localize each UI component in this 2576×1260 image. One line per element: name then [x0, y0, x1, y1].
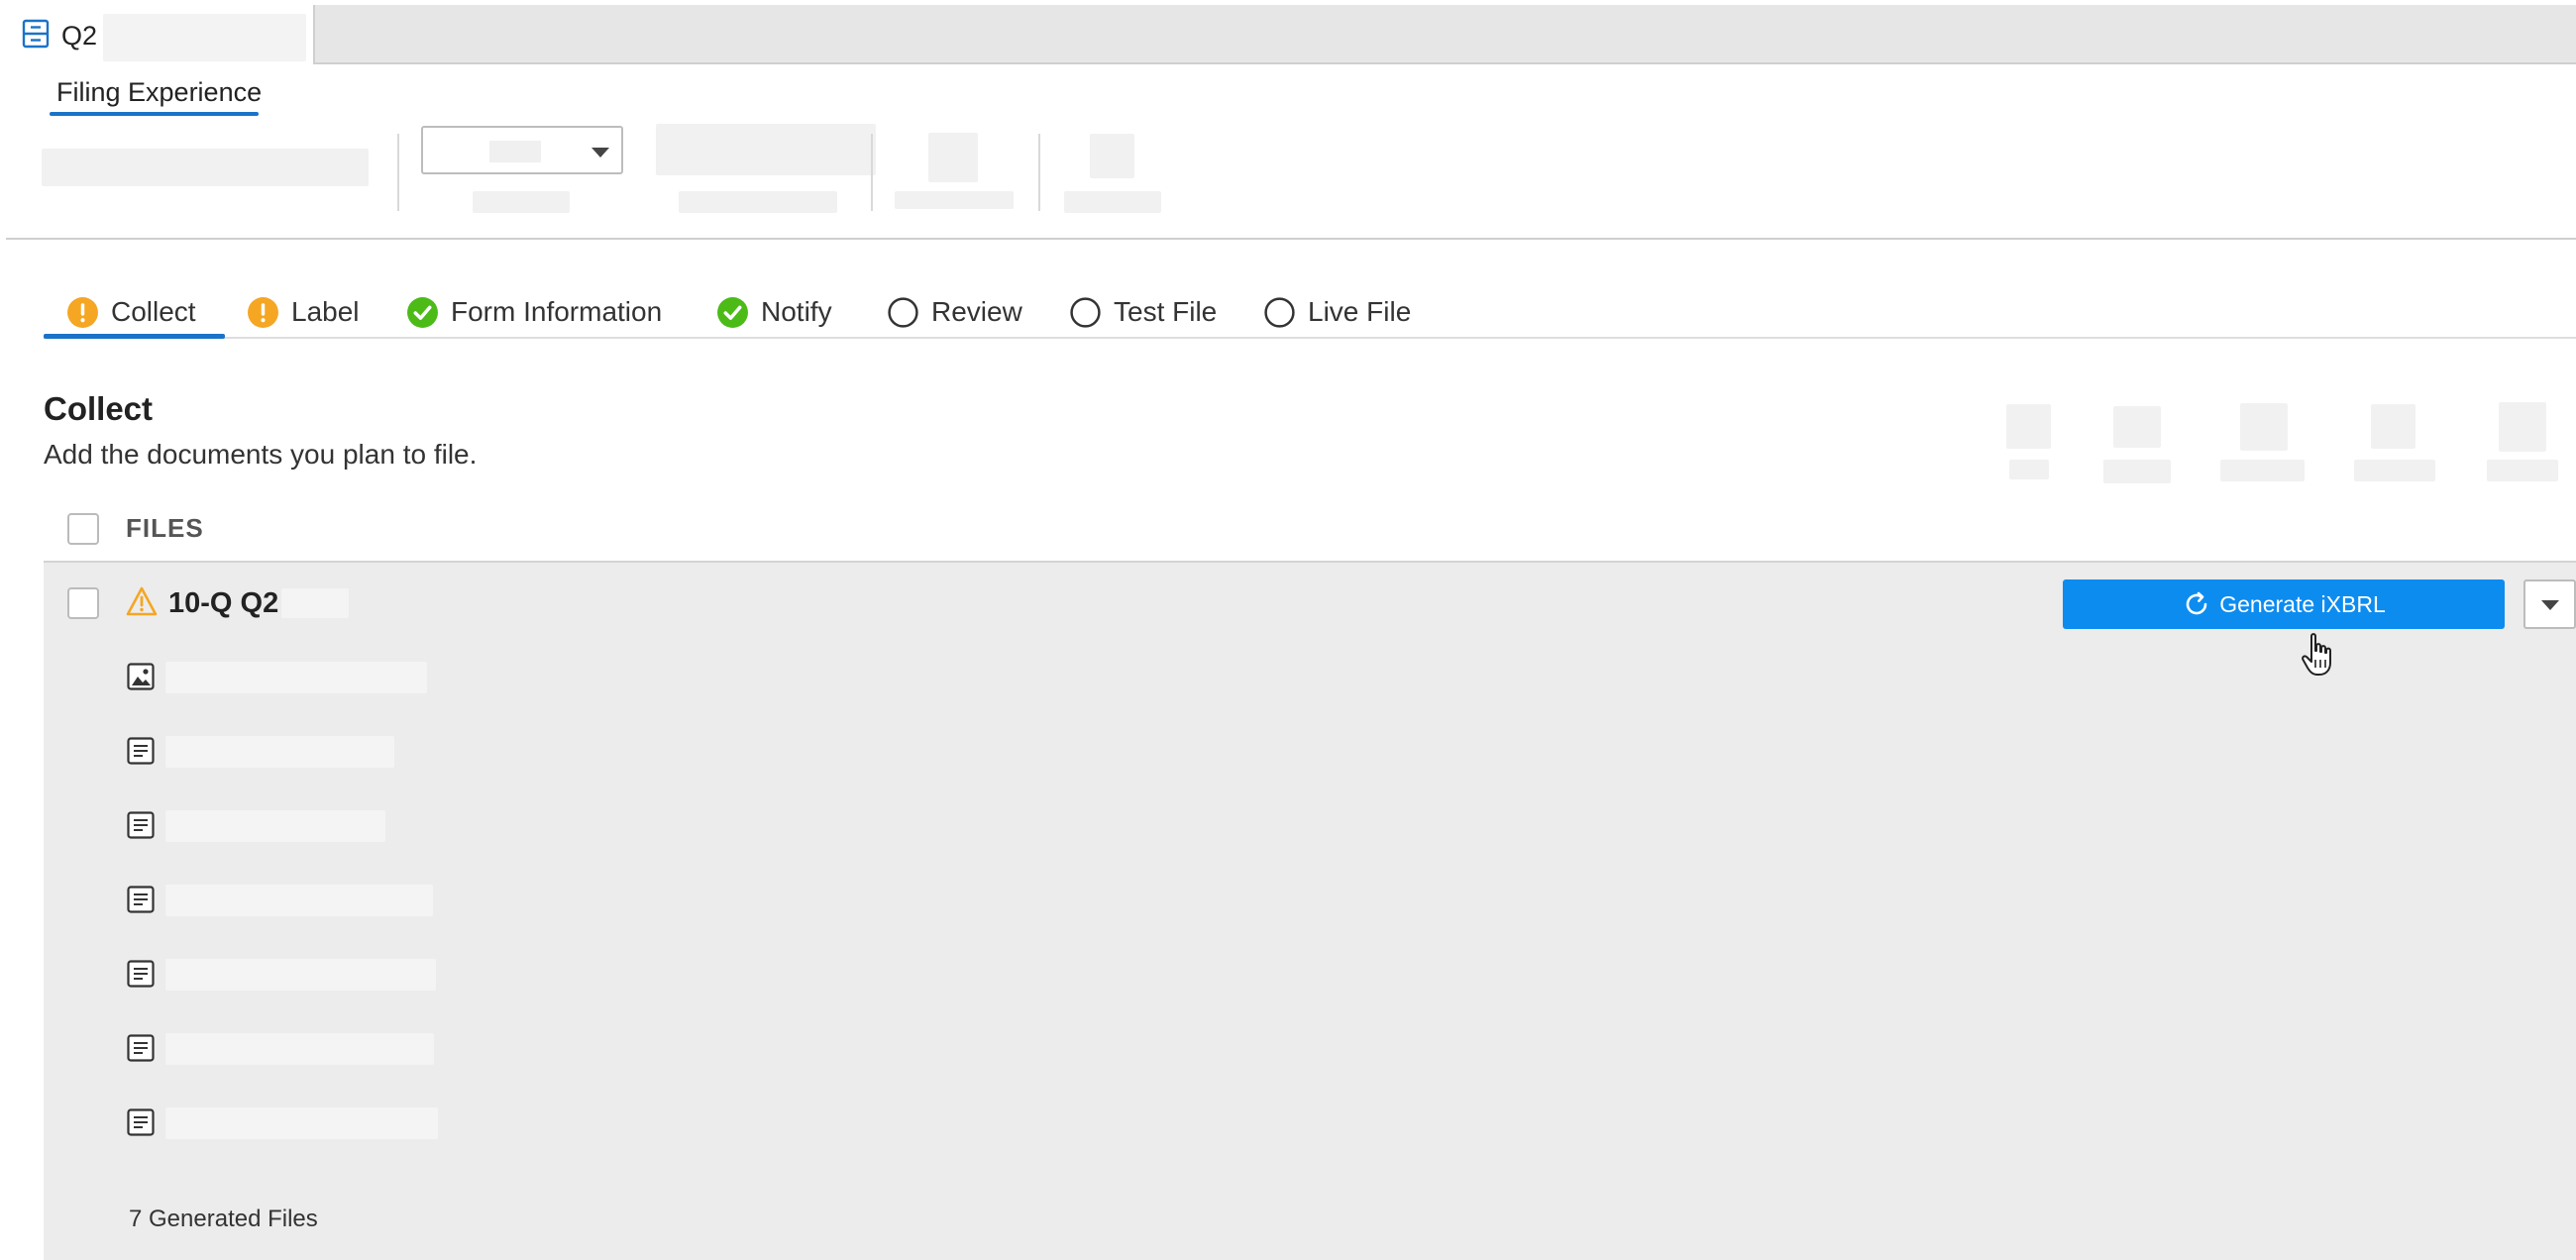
group-checkbox[interactable] [67, 587, 99, 619]
redacted-label [895, 191, 1014, 209]
divider [871, 134, 873, 211]
step-label: Collect [111, 296, 196, 327]
redacted-title [281, 588, 349, 618]
empty-circle-icon [1070, 296, 1101, 328]
section-title: Collect [44, 390, 154, 427]
redacted-action-label [2354, 460, 2435, 481]
redacted-label [1064, 191, 1161, 213]
document-stack-icon [22, 19, 50, 49]
redacted-file-name [165, 662, 427, 693]
document-tab[interactable]: Q2 [0, 5, 315, 64]
chevron-down-icon [2541, 600, 2559, 610]
text-file-icon [127, 1108, 155, 1136]
redacted-action[interactable] [2006, 404, 2051, 449]
tab-live-file[interactable]: Live File [1263, 287, 1411, 337]
redacted-action-label [2103, 460, 2171, 483]
empty-circle-icon [1264, 296, 1295, 328]
generate-options-dropdown[interactable] [2523, 579, 2576, 629]
redacted-field [42, 149, 369, 186]
warning-circle-icon [248, 296, 278, 328]
text-file-icon [127, 960, 155, 988]
redacted-field [928, 133, 978, 182]
step-label: Label [291, 296, 360, 327]
redacted-field [656, 124, 876, 175]
header-divider [6, 238, 2576, 240]
section-subtitle: Add the documents you plan to file. [44, 439, 478, 470]
redacted-action[interactable] [2371, 404, 2415, 449]
redacted-file-name [165, 959, 436, 991]
chevron-down-icon [591, 148, 609, 158]
divider [1038, 134, 1040, 211]
tab-form-information[interactable]: Form Information [406, 287, 662, 337]
tab-review[interactable]: Review [887, 287, 1022, 337]
redacted-action[interactable] [2113, 406, 2161, 448]
tab-bar-empty-area [315, 5, 2576, 64]
active-step-indicator [44, 334, 225, 339]
step-label: Notify [761, 296, 832, 327]
workflow-steps: Collect Label Form Information Notify Re… [0, 287, 2576, 337]
empty-circle-icon [888, 296, 918, 328]
files-column-header: FILES [126, 513, 204, 543]
redacted-action-label [2220, 460, 2305, 481]
generate-ixbrl-button[interactable]: Generate iXBRL [2063, 579, 2505, 629]
subnav-active-indicator [50, 112, 259, 116]
divider [397, 134, 399, 211]
generated-files-count: 7 Generated Files [129, 1206, 318, 1232]
redacted-label [473, 191, 570, 213]
redacted-select-value [489, 141, 541, 162]
redacted-action-label [2487, 460, 2558, 481]
document-tab-title: Q2 [61, 21, 98, 51]
tab-collect[interactable]: Collect [66, 287, 196, 337]
top-tab-bar: Q2 [0, 0, 2576, 64]
text-file-icon [127, 1034, 155, 1062]
text-file-icon [127, 886, 155, 913]
redacted-action-label [2009, 460, 2049, 479]
redacted-label [679, 191, 837, 213]
step-label: Test File [1114, 296, 1218, 327]
text-file-icon [127, 737, 155, 765]
hand-pointer-cursor-icon [2302, 633, 2331, 676]
refresh-icon [2187, 591, 2207, 615]
redacted-file-name [165, 810, 385, 842]
tab-label[interactable]: Label [247, 287, 360, 337]
steps-divider [44, 337, 2576, 339]
warning-triangle-icon [126, 586, 158, 616]
redacted-file-name [165, 885, 433, 916]
redacted-file-name [165, 1107, 438, 1139]
generate-ixbrl-label: Generate iXBRL [2219, 590, 2386, 617]
select-all-checkbox[interactable] [67, 513, 99, 545]
redacted-title [103, 14, 306, 61]
redacted-field [1090, 134, 1134, 178]
redacted-action[interactable] [2499, 402, 2546, 452]
warning-circle-icon [67, 296, 98, 328]
step-label: Form Information [451, 296, 663, 327]
tab-test-file[interactable]: Test File [1069, 287, 1217, 337]
check-circle-icon [407, 296, 438, 328]
step-label: Review [931, 296, 1022, 327]
tab-notify[interactable]: Notify [716, 287, 832, 337]
redacted-file-name [165, 736, 394, 768]
image-file-icon [127, 663, 155, 690]
subnav-filing-experience[interactable]: Filing Experience [56, 77, 262, 108]
redacted-action[interactable] [2240, 403, 2288, 451]
step-label: Live File [1308, 296, 1412, 327]
redacted-file-name [165, 1033, 434, 1065]
period-select[interactable] [421, 126, 623, 174]
group-title[interactable]: 10-Q Q2 [168, 587, 278, 620]
check-circle-icon [717, 296, 748, 328]
text-file-icon [127, 811, 155, 839]
